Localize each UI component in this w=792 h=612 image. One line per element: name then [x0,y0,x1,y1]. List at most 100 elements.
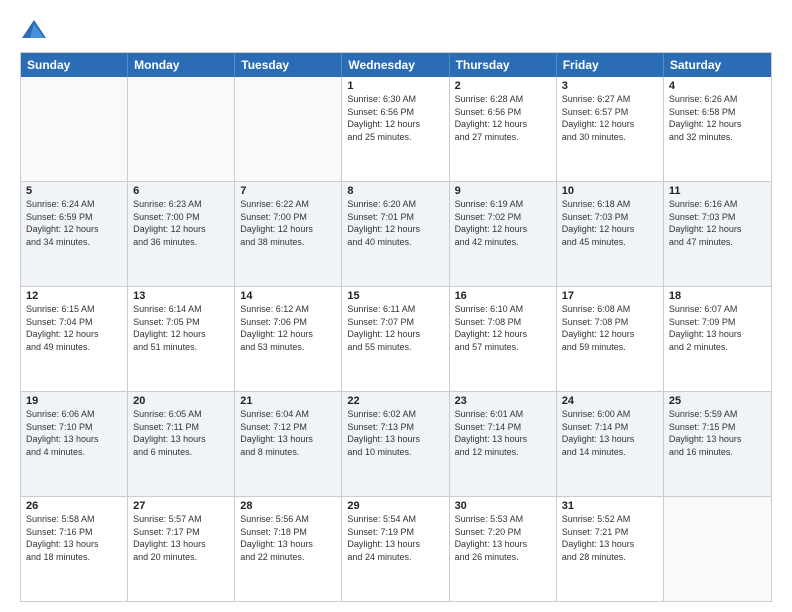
day-cell: 18Sunrise: 6:07 AM Sunset: 7:09 PM Dayli… [664,287,771,391]
day-cell: 16Sunrise: 6:10 AM Sunset: 7:08 PM Dayli… [450,287,557,391]
day-cell: 19Sunrise: 6:06 AM Sunset: 7:10 PM Dayli… [21,392,128,496]
day-info: Sunrise: 6:02 AM Sunset: 7:13 PM Dayligh… [347,408,443,458]
day-info: Sunrise: 6:01 AM Sunset: 7:14 PM Dayligh… [455,408,551,458]
day-info: Sunrise: 6:30 AM Sunset: 6:56 PM Dayligh… [347,93,443,143]
day-number: 29 [347,500,443,512]
day-number: 19 [26,395,122,407]
day-info: Sunrise: 6:27 AM Sunset: 6:57 PM Dayligh… [562,93,658,143]
day-number: 9 [455,185,551,197]
day-cell: 10Sunrise: 6:18 AM Sunset: 7:03 PM Dayli… [557,182,664,286]
page: SundayMondayTuesdayWednesdayThursdayFrid… [0,0,792,612]
header [20,16,772,44]
day-header: Monday [128,53,235,77]
day-header: Friday [557,53,664,77]
day-header: Thursday [450,53,557,77]
day-info: Sunrise: 6:15 AM Sunset: 7:04 PM Dayligh… [26,303,122,353]
day-cell [128,77,235,181]
day-info: Sunrise: 6:00 AM Sunset: 7:14 PM Dayligh… [562,408,658,458]
day-info: Sunrise: 5:54 AM Sunset: 7:19 PM Dayligh… [347,513,443,563]
day-number: 11 [669,185,766,197]
day-number: 5 [26,185,122,197]
week-row: 19Sunrise: 6:06 AM Sunset: 7:10 PM Dayli… [21,391,771,496]
weeks: 1Sunrise: 6:30 AM Sunset: 6:56 PM Daylig… [21,77,771,601]
day-number: 28 [240,500,336,512]
day-number: 23 [455,395,551,407]
day-info: Sunrise: 5:56 AM Sunset: 7:18 PM Dayligh… [240,513,336,563]
day-header: Sunday [21,53,128,77]
day-cell: 26Sunrise: 5:58 AM Sunset: 7:16 PM Dayli… [21,497,128,601]
day-info: Sunrise: 6:11 AM Sunset: 7:07 PM Dayligh… [347,303,443,353]
day-cell: 11Sunrise: 6:16 AM Sunset: 7:03 PM Dayli… [664,182,771,286]
day-number: 17 [562,290,658,302]
day-number: 31 [562,500,658,512]
day-cell: 17Sunrise: 6:08 AM Sunset: 7:08 PM Dayli… [557,287,664,391]
day-info: Sunrise: 6:14 AM Sunset: 7:05 PM Dayligh… [133,303,229,353]
week-row: 1Sunrise: 6:30 AM Sunset: 6:56 PM Daylig… [21,77,771,181]
week-row: 12Sunrise: 6:15 AM Sunset: 7:04 PM Dayli… [21,286,771,391]
day-info: Sunrise: 6:28 AM Sunset: 6:56 PM Dayligh… [455,93,551,143]
day-number: 1 [347,80,443,92]
day-number: 3 [562,80,658,92]
day-cell: 3Sunrise: 6:27 AM Sunset: 6:57 PM Daylig… [557,77,664,181]
day-number: 21 [240,395,336,407]
day-cell [664,497,771,601]
day-cell: 23Sunrise: 6:01 AM Sunset: 7:14 PM Dayli… [450,392,557,496]
day-info: Sunrise: 5:58 AM Sunset: 7:16 PM Dayligh… [26,513,122,563]
day-info: Sunrise: 6:23 AM Sunset: 7:00 PM Dayligh… [133,198,229,248]
day-number: 26 [26,500,122,512]
day-cell: 1Sunrise: 6:30 AM Sunset: 6:56 PM Daylig… [342,77,449,181]
day-header: Wednesday [342,53,449,77]
day-cell: 13Sunrise: 6:14 AM Sunset: 7:05 PM Dayli… [128,287,235,391]
day-info: Sunrise: 6:06 AM Sunset: 7:10 PM Dayligh… [26,408,122,458]
logo-icon [20,16,48,44]
day-cell: 22Sunrise: 6:02 AM Sunset: 7:13 PM Dayli… [342,392,449,496]
day-info: Sunrise: 5:57 AM Sunset: 7:17 PM Dayligh… [133,513,229,563]
day-cell: 25Sunrise: 5:59 AM Sunset: 7:15 PM Dayli… [664,392,771,496]
day-number: 15 [347,290,443,302]
day-cell: 15Sunrise: 6:11 AM Sunset: 7:07 PM Dayli… [342,287,449,391]
day-number: 10 [562,185,658,197]
day-info: Sunrise: 6:08 AM Sunset: 7:08 PM Dayligh… [562,303,658,353]
day-cell: 21Sunrise: 6:04 AM Sunset: 7:12 PM Dayli… [235,392,342,496]
day-info: Sunrise: 5:59 AM Sunset: 7:15 PM Dayligh… [669,408,766,458]
day-cell: 5Sunrise: 6:24 AM Sunset: 6:59 PM Daylig… [21,182,128,286]
day-cell: 30Sunrise: 5:53 AM Sunset: 7:20 PM Dayli… [450,497,557,601]
day-info: Sunrise: 5:52 AM Sunset: 7:21 PM Dayligh… [562,513,658,563]
week-row: 26Sunrise: 5:58 AM Sunset: 7:16 PM Dayli… [21,496,771,601]
day-number: 7 [240,185,336,197]
day-info: Sunrise: 5:53 AM Sunset: 7:20 PM Dayligh… [455,513,551,563]
day-number: 25 [669,395,766,407]
calendar: SundayMondayTuesdayWednesdayThursdayFrid… [20,52,772,602]
day-headers: SundayMondayTuesdayWednesdayThursdayFrid… [21,53,771,77]
day-header: Saturday [664,53,771,77]
day-number: 18 [669,290,766,302]
day-info: Sunrise: 6:05 AM Sunset: 7:11 PM Dayligh… [133,408,229,458]
day-cell: 14Sunrise: 6:12 AM Sunset: 7:06 PM Dayli… [235,287,342,391]
day-info: Sunrise: 6:19 AM Sunset: 7:02 PM Dayligh… [455,198,551,248]
day-info: Sunrise: 6:10 AM Sunset: 7:08 PM Dayligh… [455,303,551,353]
week-row: 5Sunrise: 6:24 AM Sunset: 6:59 PM Daylig… [21,181,771,286]
day-info: Sunrise: 6:20 AM Sunset: 7:01 PM Dayligh… [347,198,443,248]
day-number: 12 [26,290,122,302]
day-cell: 27Sunrise: 5:57 AM Sunset: 7:17 PM Dayli… [128,497,235,601]
day-cell [21,77,128,181]
day-number: 2 [455,80,551,92]
day-cell: 20Sunrise: 6:05 AM Sunset: 7:11 PM Dayli… [128,392,235,496]
day-info: Sunrise: 6:16 AM Sunset: 7:03 PM Dayligh… [669,198,766,248]
day-info: Sunrise: 6:07 AM Sunset: 7:09 PM Dayligh… [669,303,766,353]
day-info: Sunrise: 6:24 AM Sunset: 6:59 PM Dayligh… [26,198,122,248]
day-info: Sunrise: 6:04 AM Sunset: 7:12 PM Dayligh… [240,408,336,458]
logo [20,16,52,44]
day-number: 6 [133,185,229,197]
day-cell: 2Sunrise: 6:28 AM Sunset: 6:56 PM Daylig… [450,77,557,181]
day-cell: 9Sunrise: 6:19 AM Sunset: 7:02 PM Daylig… [450,182,557,286]
day-cell: 12Sunrise: 6:15 AM Sunset: 7:04 PM Dayli… [21,287,128,391]
day-number: 22 [347,395,443,407]
day-cell: 24Sunrise: 6:00 AM Sunset: 7:14 PM Dayli… [557,392,664,496]
day-cell: 29Sunrise: 5:54 AM Sunset: 7:19 PM Dayli… [342,497,449,601]
day-number: 20 [133,395,229,407]
day-cell: 31Sunrise: 5:52 AM Sunset: 7:21 PM Dayli… [557,497,664,601]
day-number: 16 [455,290,551,302]
day-info: Sunrise: 6:22 AM Sunset: 7:00 PM Dayligh… [240,198,336,248]
day-number: 13 [133,290,229,302]
